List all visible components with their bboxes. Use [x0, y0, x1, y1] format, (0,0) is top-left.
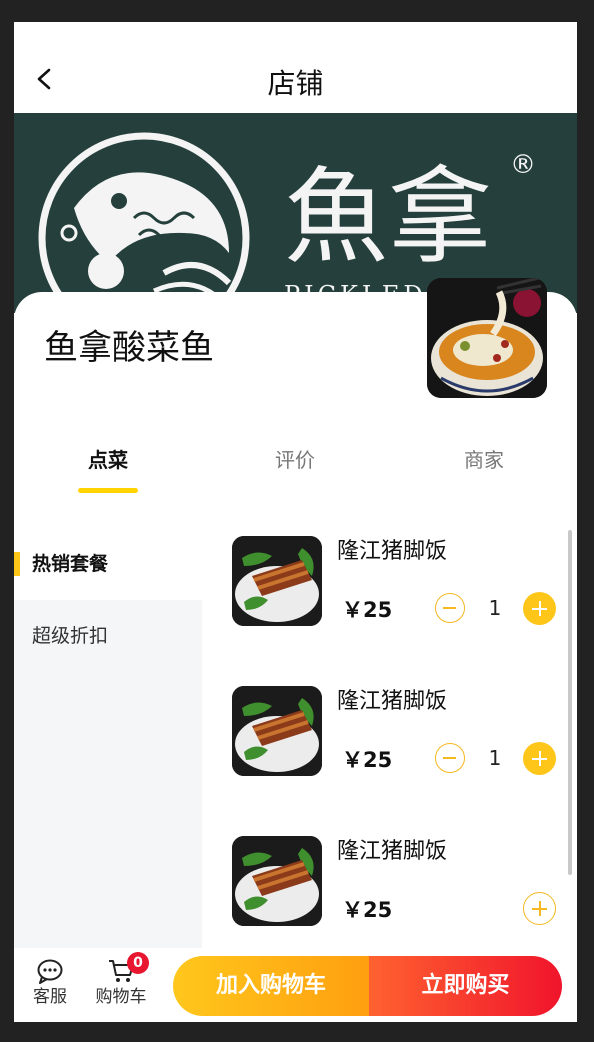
- increase-quantity-button[interactable]: [523, 742, 556, 775]
- tab-order[interactable]: 点菜: [38, 442, 178, 478]
- store-thumbnail: [427, 278, 547, 398]
- customer-service-button[interactable]: 客服: [20, 958, 80, 1010]
- active-tab-indicator: [78, 488, 138, 493]
- quantity-value: 1: [488, 746, 502, 770]
- list-item: 隆江猪脚饭 ￥25 1: [202, 676, 577, 826]
- product-image[interactable]: [232, 536, 322, 626]
- product-list: 隆江猪脚饭 ￥25 1 隆江猪脚饭 ￥25 1 隆江猪脚饭 ￥25: [202, 528, 577, 948]
- quantity-value: 1: [488, 596, 502, 620]
- cart-label: 购物车: [95, 987, 147, 1007]
- add-item-button[interactable]: [523, 892, 556, 925]
- tab-bar: 点菜 评价 商家: [14, 442, 577, 502]
- app-screen: 店铺 魚拿 ® PICKLED FISH 鱼拿酸菜鱼: [14, 22, 577, 1022]
- top-nav-bar: 店铺: [14, 22, 577, 113]
- customer-service-label: 客服: [33, 987, 67, 1007]
- bottom-action-bar: 客服 0 购物车 加入购物车 立即购买: [14, 948, 577, 1022]
- product-image[interactable]: [232, 836, 322, 926]
- list-item: 隆江猪脚饭 ￥25: [202, 826, 577, 948]
- registered-mark: ®: [510, 150, 536, 180]
- product-price: ￥25: [342, 598, 393, 622]
- tab-merchant[interactable]: 商家: [414, 442, 554, 478]
- product-name: 隆江猪脚饭: [337, 539, 448, 564]
- tab-reviews[interactable]: 评价: [225, 442, 365, 478]
- product-image[interactable]: [232, 686, 322, 776]
- chat-bubble-icon: [37, 959, 63, 984]
- product-name: 隆江猪脚饭: [337, 689, 448, 714]
- cart-count-badge: 0: [127, 952, 149, 974]
- product-name: 隆江猪脚饭: [337, 839, 448, 864]
- store-card: 鱼拿酸菜鱼 点菜 评价 商家 热销套餐 超级折扣 隆江猪脚饭 ￥25 1 隆江猪…: [14, 278, 577, 1022]
- add-to-cart-button[interactable]: 加入购物车: [173, 956, 369, 1016]
- decrease-quantity-button[interactable]: [435, 593, 465, 623]
- increase-quantity-button[interactable]: [523, 592, 556, 625]
- category-sidebar: 热销套餐 超级折扣: [14, 528, 202, 948]
- fish-dish-image: [427, 278, 547, 398]
- list-item: 隆江猪脚饭 ￥25 1: [202, 528, 577, 676]
- product-price: ￥25: [342, 748, 393, 772]
- store-name: 鱼拿酸菜鱼: [44, 328, 214, 368]
- sidebar-item-hot-combo[interactable]: 热销套餐: [14, 528, 202, 600]
- decrease-quantity-button[interactable]: [435, 743, 465, 773]
- list-scrollbar[interactable]: [568, 530, 572, 875]
- buy-now-button[interactable]: 立即购买: [369, 956, 562, 1016]
- page-title: 店铺: [267, 67, 324, 100]
- sidebar-item-super-discount[interactable]: 超级折扣: [14, 600, 202, 672]
- cart-button[interactable]: 0 购物车: [91, 952, 151, 1010]
- brand-cn-text: 魚拿: [284, 156, 492, 278]
- product-price: ￥25: [342, 898, 393, 922]
